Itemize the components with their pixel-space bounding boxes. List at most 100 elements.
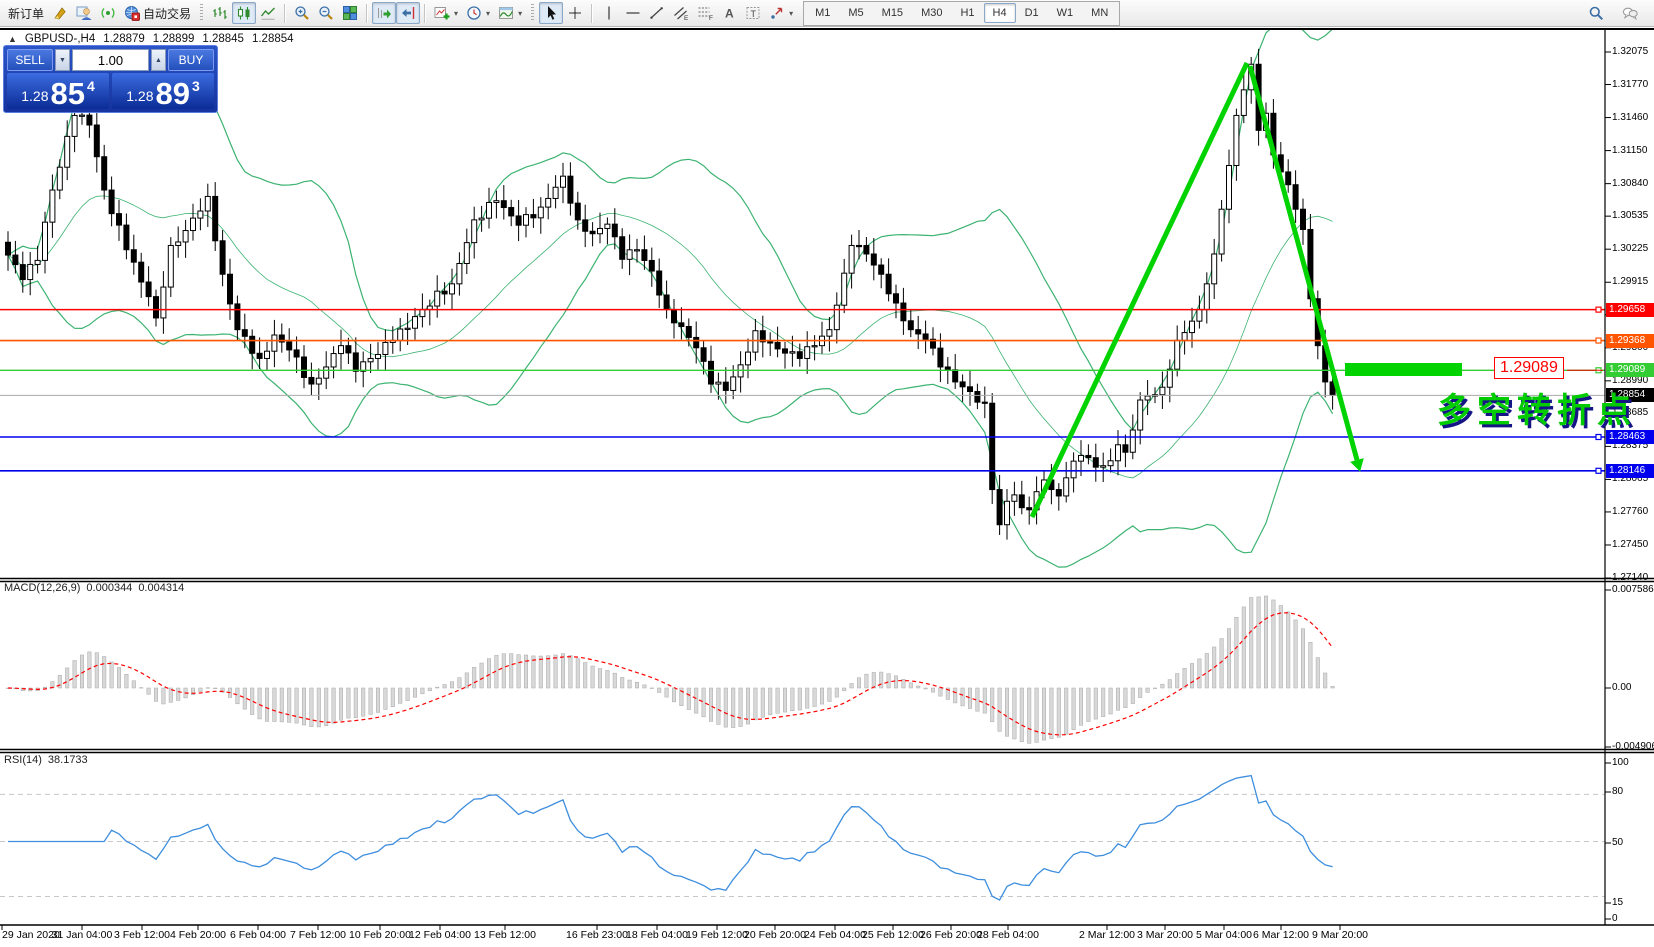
trendline-button[interactable] <box>645 2 669 24</box>
price-tick-label: 1.27450 <box>1612 539 1648 550</box>
time-tick-label: 12 Feb 04:00 <box>409 929 471 941</box>
candle-chart-type-icon <box>236 5 252 21</box>
search-button[interactable] <box>1584 2 1608 24</box>
time-tick-label: 28 Feb 04:00 <box>977 929 1039 941</box>
search-icon <box>1588 5 1604 21</box>
symbol-title: GBPUSD-,H4 <box>25 33 95 45</box>
buy-price[interactable]: 1.28 89 3 <box>112 73 214 109</box>
profile-icon <box>76 5 92 21</box>
zoom-out-button[interactable] <box>314 2 338 24</box>
time-axis[interactable]: 29 Jan 202031 Jan 04:003 Feb 12:004 Feb … <box>0 925 1654 947</box>
time-tick-label: 26 Feb 20:00 <box>920 929 982 941</box>
profile-button[interactable] <box>72 2 96 24</box>
price-tick-label: 1.31770 <box>1612 79 1648 90</box>
candle-chart-type-button[interactable] <box>232 2 256 24</box>
price-tick-label: 1.27760 <box>1612 506 1648 517</box>
equidistant-channel-button[interactable]: E <box>669 2 693 24</box>
indicator-tick-label: 0.007586 <box>1612 584 1654 595</box>
chart-shift-button[interactable] <box>396 2 420 24</box>
svg-text:A: A <box>725 7 734 21</box>
chevron-down-icon[interactable]: ▾ <box>789 9 793 18</box>
line-chart-type-icon <box>260 5 276 21</box>
crosshair-button[interactable] <box>563 2 587 24</box>
price-tick-label: 1.30535 <box>1612 210 1648 221</box>
one-click-trading-panel: SELL ▼ ▲ BUY 1.28 85 4 1.28 89 3 <box>3 45 218 113</box>
sell-button[interactable]: SELL <box>7 49 53 71</box>
toolbar-separator <box>591 4 593 23</box>
chat-button[interactable] <box>1618 2 1642 24</box>
volume-input[interactable] <box>72 49 149 71</box>
sell-price-big: 85 <box>50 80 84 107</box>
trendline-down-arrow[interactable] <box>1250 66 1357 460</box>
cursor-icon <box>543 5 559 21</box>
sell-price-base: 1.28 <box>21 88 48 104</box>
chevron-down-icon[interactable]: ▾ <box>518 9 522 18</box>
volume-up-button[interactable]: ▲ <box>151 49 166 71</box>
time-tick-label: 18 Feb 04:00 <box>626 929 688 941</box>
macd-label: MACD(12,26,9) 0.000344 0.004314 <box>4 582 184 594</box>
cursor-button[interactable] <box>539 2 563 24</box>
buy-button[interactable]: BUY <box>168 49 214 71</box>
window-border <box>0 28 1654 30</box>
auto-scroll-button[interactable] <box>372 2 396 24</box>
thick-green-bar[interactable] <box>1345 363 1462 376</box>
timeframe-m15-button[interactable]: M15 <box>873 3 912 23</box>
metaeditor-icon <box>52 5 68 21</box>
auto-trading-label: 自动交易 <box>143 5 191 22</box>
mt4-terminal: 新订单 自动交易 ▾ ▾ ▾ EFAT ▾ M1M5M15M30H1H4D1W1MN ▲ GB… <box>0 0 1654 947</box>
rsi-label: RSI(14) 38.1733 <box>4 754 88 766</box>
macd-signal-line <box>8 613 1333 735</box>
indicators-button[interactable]: ▾ <box>430 2 462 24</box>
metaeditor-button[interactable] <box>48 2 72 24</box>
line-chart-type-button[interactable] <box>256 2 280 24</box>
collapse-icon[interactable]: ▲ <box>8 34 17 44</box>
timeframe-m30-button[interactable]: M30 <box>912 3 951 23</box>
templates-button[interactable]: ▾ <box>494 2 526 24</box>
chevron-down-icon[interactable]: ▾ <box>454 9 458 18</box>
macd-name: MACD(12,26,9) <box>4 582 80 594</box>
timeframe-h4-button[interactable]: H4 <box>984 3 1016 23</box>
signals-icon <box>100 5 116 21</box>
price-line-tag: 1.29089 <box>1606 363 1654 377</box>
trendline-up[interactable] <box>1032 63 1247 517</box>
trendline-icon <box>649 5 665 21</box>
chart-canvas[interactable] <box>0 30 1654 947</box>
timeframe-w1-button[interactable]: W1 <box>1048 3 1083 23</box>
ohlc-low: 1.28845 <box>202 33 244 45</box>
price-level-label[interactable]: 1.29089 <box>1494 357 1564 379</box>
timeframe-m1-button[interactable]: M1 <box>806 3 839 23</box>
fibonacci-button[interactable]: F <box>693 2 717 24</box>
bar-chart-type-icon <box>212 5 228 21</box>
bar-chart-type-button[interactable] <box>208 2 232 24</box>
horizontal-line-button[interactable] <box>621 2 645 24</box>
arrows-button[interactable]: ▾ <box>765 2 797 24</box>
timeframe-h1-button[interactable]: H1 <box>951 3 983 23</box>
price-tick-label: 1.27140 <box>1612 572 1648 583</box>
new-order-label: 新订单 <box>8 5 44 22</box>
price-tick-label: 1.31460 <box>1612 112 1648 123</box>
ohlc-open: 1.28879 <box>103 33 145 45</box>
text-label-button[interactable]: T <box>741 2 765 24</box>
volume-down-button[interactable]: ▼ <box>55 49 70 71</box>
sell-price[interactable]: 1.28 85 4 <box>7 73 109 109</box>
periods-button[interactable]: ▾ <box>462 2 494 24</box>
price-line-tag: 1.28146 <box>1606 464 1654 478</box>
zoom-in-button[interactable] <box>290 2 314 24</box>
text-button[interactable]: A <box>717 2 741 24</box>
ohlc-close: 1.28854 <box>252 33 294 45</box>
indicator-tick-label: 100 <box>1612 757 1629 768</box>
timeframe-d1-button[interactable]: D1 <box>1016 3 1048 23</box>
timeframe-m5-button[interactable]: M5 <box>839 3 872 23</box>
auto-trading-button[interactable]: 自动交易 <box>120 2 195 24</box>
vertical-line-button[interactable] <box>597 2 621 24</box>
chart-annotation[interactable]: 多空转折点 <box>1437 383 1637 432</box>
new-order-button[interactable]: 新订单 <box>4 2 48 24</box>
buy-price-base: 1.28 <box>126 88 153 104</box>
sell-price-pip: 4 <box>87 78 95 94</box>
toolbar-separator <box>424 4 426 23</box>
chevron-down-icon[interactable]: ▾ <box>486 9 490 18</box>
tile-windows-button[interactable] <box>338 2 362 24</box>
signals-button[interactable] <box>96 2 120 24</box>
timeframe-mn-button[interactable]: MN <box>1082 3 1117 23</box>
chart-shift-icon <box>400 5 416 21</box>
